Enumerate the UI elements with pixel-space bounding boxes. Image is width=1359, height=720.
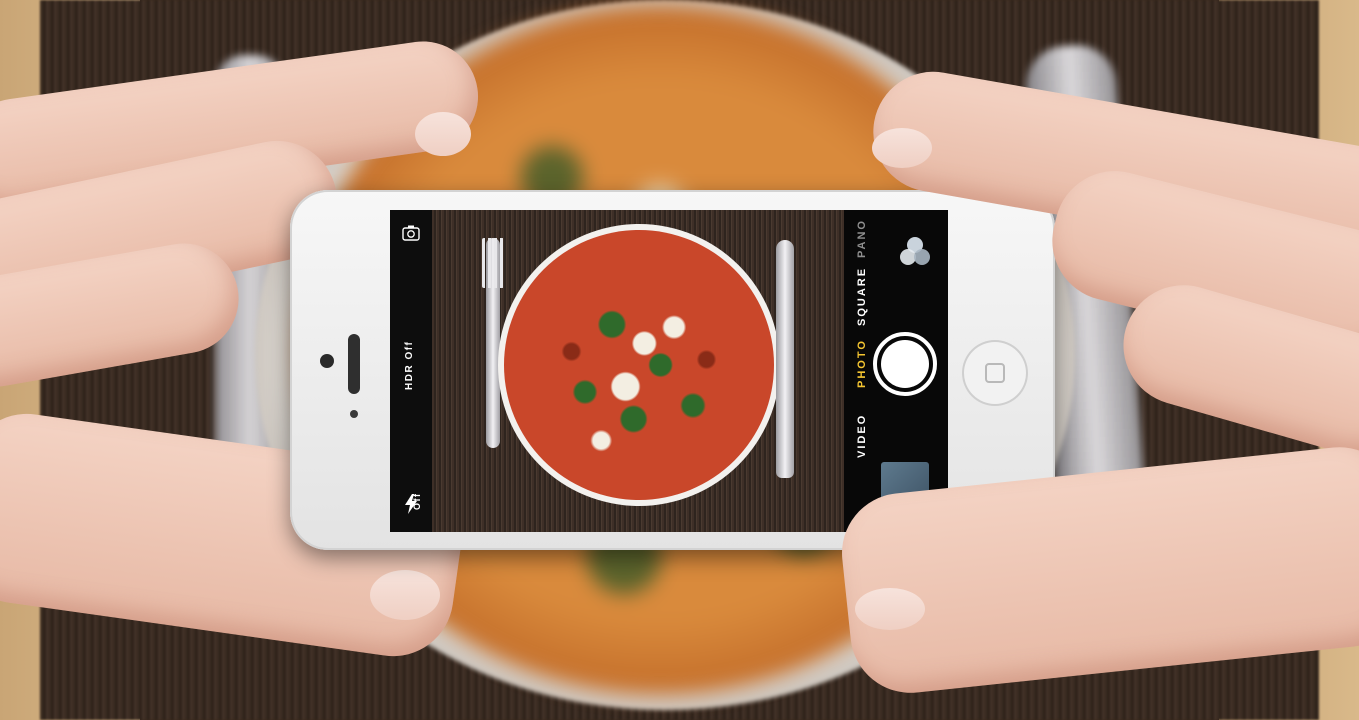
right-thumb-nail (855, 588, 925, 630)
mode-square[interactable]: SQUARE (856, 267, 868, 326)
earpiece-speaker (348, 334, 360, 394)
home-button-square (985, 363, 1005, 383)
viewfinder-fork-tines (482, 238, 504, 288)
mode-pano[interactable]: PANO (856, 219, 868, 258)
left-finger-nail-top (415, 112, 471, 156)
front-camera (320, 354, 334, 368)
camera-switch-icon[interactable] (402, 224, 420, 242)
flash-mode-label[interactable]: Off (412, 493, 422, 511)
left-thumb-nail (370, 570, 440, 620)
shutter-button[interactable] (873, 332, 937, 396)
proximity-sensor (350, 410, 358, 418)
right-finger-nail-top (872, 128, 932, 168)
viewfinder-pizza (504, 230, 774, 500)
filters-icon[interactable] (895, 232, 935, 272)
mode-photo[interactable]: PHOTO (856, 339, 868, 388)
hdr-toggle[interactable]: HDR Off (404, 341, 415, 390)
camera-screen: HDR Off Off PANO SQUARE PHOTO VIDEO (390, 210, 948, 532)
camera-top-bar: HDR Off Off (390, 210, 432, 532)
shutter-button-inner (881, 340, 929, 388)
photo-scene: HDR Off Off PANO SQUARE PHOTO VIDEO (0, 0, 1359, 720)
home-button[interactable] (962, 340, 1028, 406)
mode-video[interactable]: VIDEO (856, 414, 868, 458)
camera-viewfinder[interactable] (432, 210, 844, 532)
viewfinder-knife (776, 240, 794, 478)
camera-controls-bar: PANO SQUARE PHOTO VIDEO (844, 210, 948, 532)
